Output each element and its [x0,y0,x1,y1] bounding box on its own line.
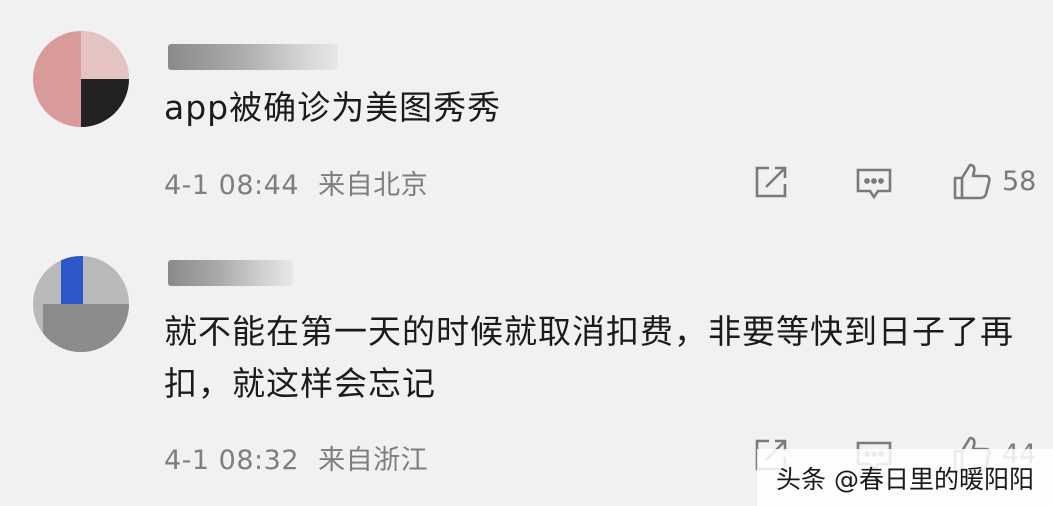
reply-button[interactable] [854,166,894,202]
watermark: 头条 @春日里的暖阳阳 [757,449,1053,506]
like-button[interactable]: 58 [952,161,1036,201]
avatar[interactable] [33,31,129,127]
thumbs-up-icon [952,161,992,201]
comment-location: 来自北京 [318,170,429,201]
like-count: 58 [1002,165,1037,197]
comment-meta: 4-1 08:44 来自北京 [164,163,428,202]
share-icon [752,164,790,200]
avatar[interactable] [33,256,129,352]
share-button[interactable] [752,164,790,200]
username-blurred[interactable] [168,44,338,70]
comment-date: 4-1 08:44 [164,170,299,201]
comment-location: 来自浙江 [318,445,429,476]
comment-text: 就不能在第一天的时候就取消扣费，非要等快到日子了再扣，就这样会忘记 [164,312,1014,403]
comment-meta: 4-1 08:32 来自浙江 [164,438,428,477]
comment-icon [854,166,894,202]
username-blurred[interactable] [168,260,293,286]
comment-text: app被确诊为美图秀秀 [164,88,502,127]
comment-date: 4-1 08:32 [164,445,299,476]
comment-item: app被确诊为美图秀秀 4-1 08:44 来自北京 58 [0,0,1053,250]
